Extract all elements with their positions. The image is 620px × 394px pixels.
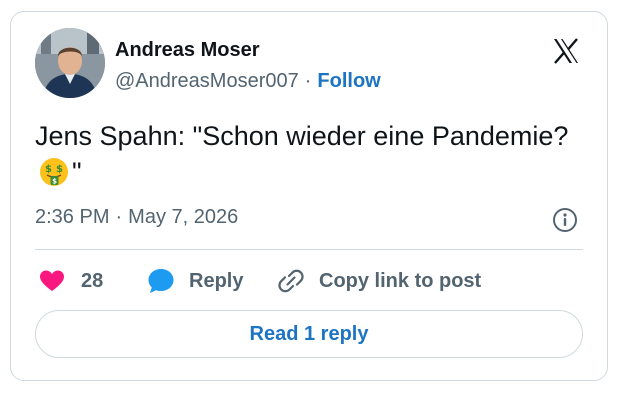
post-text: Jens Spahn: "Schon wieder eine Pandemie?… <box>35 118 575 190</box>
post-text-main: Jens Spahn: "Schon wieder eine Pandemie? <box>35 121 569 151</box>
separator-dot: · <box>304 70 312 92</box>
read-replies-label: Read 1 reply <box>249 322 369 345</box>
separator-dot: · <box>115 206 123 228</box>
reply-bubble-icon <box>148 269 174 293</box>
post-date[interactable]: May 7, 2026 <box>128 206 238 228</box>
post-timestamp[interactable]: 2:36 PM · May 7, 2026 <box>35 206 238 229</box>
author-handle-row: @AndreasMoser007 · Follow <box>115 70 381 93</box>
post-time[interactable]: 2:36 PM <box>35 206 109 228</box>
x-logo-icon[interactable] <box>551 36 581 66</box>
post-text-end: " <box>72 157 82 187</box>
copy-link-button[interactable]: Copy link to post <box>277 266 481 296</box>
divider <box>35 249 583 250</box>
link-icon <box>278 269 304 293</box>
embedded-post-card: Andreas Moser @AndreasMoser007 · Follow Je… <box>10 11 608 381</box>
action-bar: 28 Reply Copy link to post <box>35 266 585 296</box>
info-icon[interactable] <box>552 207 578 233</box>
author-handle[interactable]: @AndreasMoser007 <box>115 70 299 92</box>
reply-button[interactable]: Reply <box>147 266 243 296</box>
like-button[interactable]: 28 <box>39 266 103 296</box>
heart-icon <box>40 270 64 291</box>
copy-link-label: Copy link to post <box>319 269 482 292</box>
avatar[interactable] <box>35 28 105 98</box>
reply-label: Reply <box>189 269 244 292</box>
author-name[interactable]: Andreas Moser <box>115 39 260 62</box>
read-replies-button[interactable]: Read 1 reply <box>35 310 583 358</box>
like-count: 28 <box>81 269 104 292</box>
svg-text:$: $ <box>52 178 57 186</box>
follow-link[interactable]: Follow <box>317 70 380 92</box>
svg-text:$: $ <box>56 164 63 175</box>
money-mouth-face-icon: $ $ $ <box>40 158 68 186</box>
svg-text:$: $ <box>45 164 52 175</box>
